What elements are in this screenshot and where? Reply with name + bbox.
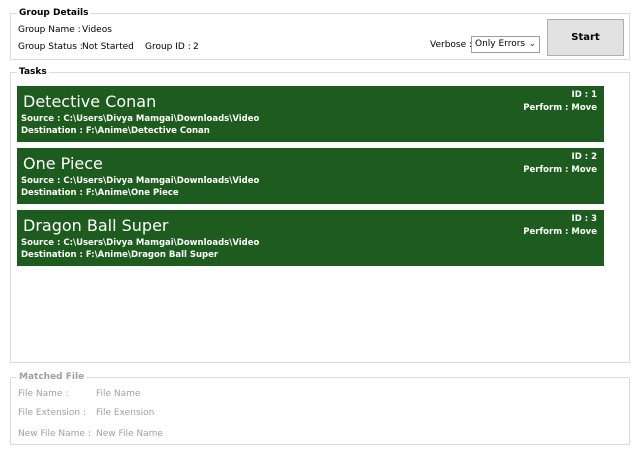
- file-name-label: File Name :: [18, 389, 69, 399]
- task-destination: Destination : F:\Anime\Detective Conan: [21, 126, 210, 136]
- matched-file-legend: Matched File: [17, 371, 87, 383]
- task-title: One Piece: [23, 154, 103, 173]
- task-source: Source : C:\Users\Divya Mamgai\Downloads…: [21, 238, 260, 248]
- task-destination: Destination : F:\Anime\One Piece: [21, 188, 179, 198]
- file-extension-value: File Exension: [96, 408, 155, 418]
- file-name-value: File Name: [96, 389, 141, 399]
- start-button[interactable]: Start: [547, 19, 624, 56]
- file-extension-label: File Extension :: [18, 408, 86, 418]
- task-id: ID : 1: [571, 90, 597, 100]
- chevron-down-icon: ⌄: [528, 39, 536, 49]
- group-name-label: Group Name :: [18, 25, 81, 35]
- tasks-box: Tasks Detective Conan Source : C:\Users\…: [10, 66, 630, 363]
- group-name-value: Videos: [82, 25, 112, 35]
- task-title: Detective Conan: [23, 92, 157, 111]
- task-title: Dragon Ball Super: [23, 216, 169, 235]
- new-file-name-value: New File Name: [96, 429, 163, 439]
- task-item[interactable]: Dragon Ball Super Source : C:\Users\Divy…: [17, 210, 604, 266]
- task-perform: Perform : Move: [523, 165, 597, 175]
- task-item[interactable]: One Piece Source : C:\Users\Divya Mamgai…: [17, 148, 604, 204]
- verbose-selected-value: Only Errors: [475, 39, 526, 49]
- verbose-label: Verbose :: [430, 40, 473, 50]
- task-id: ID : 3: [571, 214, 597, 224]
- group-details-legend: Group Details: [17, 7, 91, 19]
- task-destination: Destination : F:\Anime\Dragon Ball Super: [21, 250, 219, 260]
- task-source: Source : C:\Users\Divya Mamgai\Downloads…: [21, 176, 260, 186]
- task-item[interactable]: Detective Conan Source : C:\Users\Divya …: [17, 86, 604, 142]
- verbose-select[interactable]: Only Errors ⌄: [471, 36, 540, 53]
- group-status-value: Not Started: [82, 42, 134, 52]
- tasks-legend: Tasks: [17, 66, 49, 78]
- task-perform: Perform : Move: [523, 227, 597, 237]
- matched-file-box: Matched File File Name : File Name File …: [10, 371, 630, 445]
- group-details-box: Group Details Group Name : Videos Group …: [10, 7, 630, 60]
- task-source: Source : C:\Users\Divya Mamgai\Downloads…: [21, 114, 260, 124]
- group-id-label: Group ID :: [145, 42, 191, 52]
- group-status-label: Group Status :: [18, 42, 83, 52]
- task-perform: Perform : Move: [523, 103, 597, 113]
- task-id: ID : 2: [571, 152, 597, 162]
- new-file-name-label: New File Name :: [18, 429, 91, 439]
- group-id-value: 2: [193, 42, 199, 52]
